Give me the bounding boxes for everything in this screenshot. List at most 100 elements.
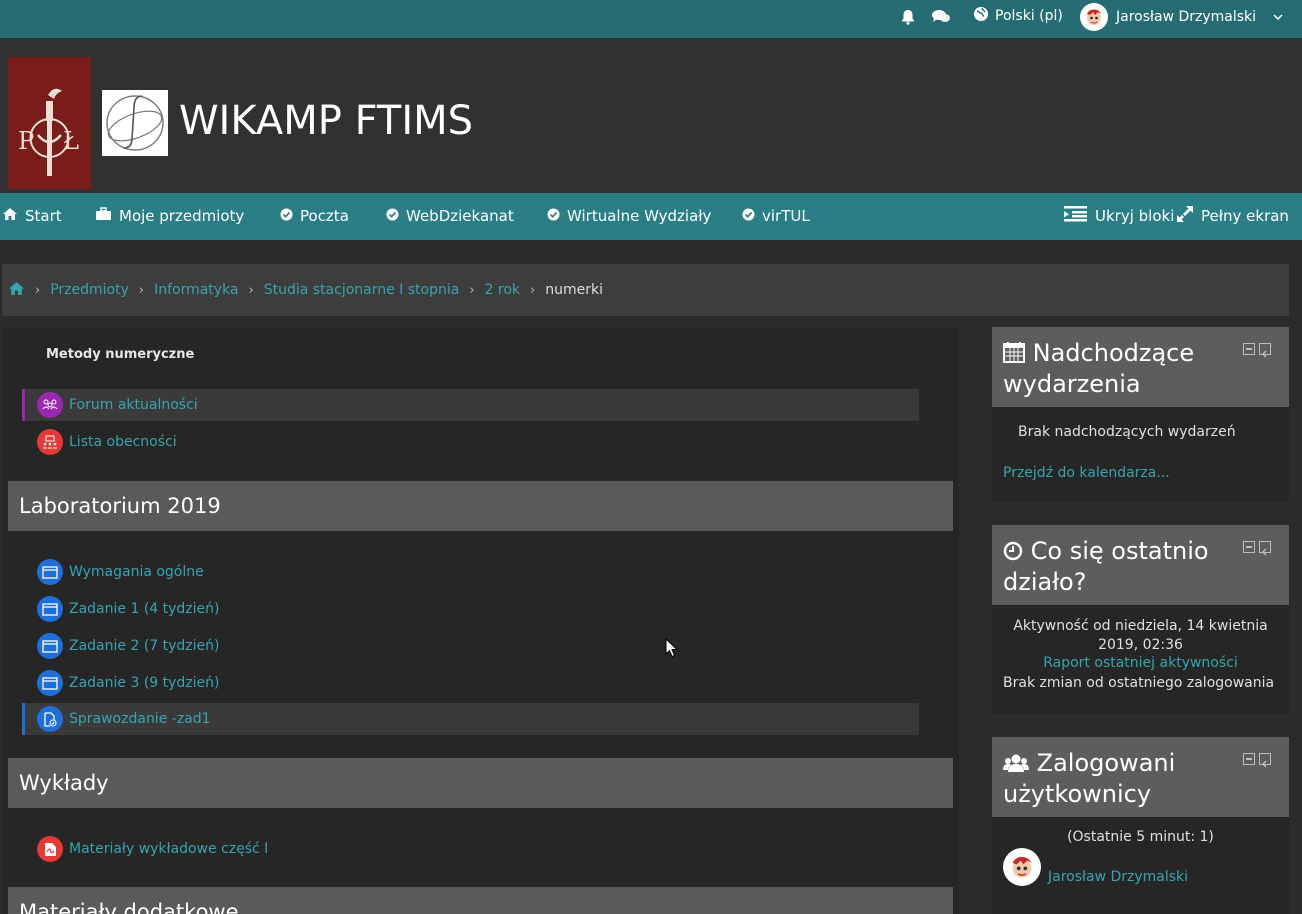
nav-start-label: Start: [25, 207, 62, 225]
site-header: P Ł WIKAMP FTIMS: [0, 38, 1302, 193]
logo-letter-p: P: [18, 127, 34, 155]
faculty-logo[interactable]: [102, 90, 168, 156]
pdf-icon: [37, 836, 63, 862]
block-title: Nadchodzące: [1032, 339, 1195, 367]
logo-letter-l: Ł: [63, 127, 79, 155]
section-laboratory[interactable]: Laboratorium 2019: [8, 481, 953, 531]
hide-blocks-button[interactable]: Ukryj bloki: [1064, 206, 1174, 226]
dock-button[interactable]: [1259, 343, 1271, 358]
online-user-item[interactable]: Jarosław Drzymalski: [1003, 847, 1188, 887]
clock-icon: [1003, 539, 1023, 568]
expand-icon: [1176, 205, 1194, 227]
avatar: [1080, 3, 1108, 31]
activity-resource-pdf[interactable]: Materiały wykładowe część I: [22, 833, 919, 865]
minimize-button[interactable]: [1243, 541, 1255, 553]
dock-button[interactable]: [1259, 753, 1271, 768]
nav-mail[interactable]: Poczta: [280, 206, 349, 226]
block-header: Zalogowani użytkownicy: [992, 737, 1289, 817]
breadcrumb-separator: ›: [530, 282, 536, 298]
globe-icon: [973, 6, 989, 26]
section-title: Materiały dodatkowe: [19, 900, 239, 914]
hide-blocks-label: Ukryj bloki: [1095, 207, 1175, 225]
check-circle-icon: [280, 207, 293, 225]
calendar-link[interactable]: Przejdź do kalendarza...: [1003, 465, 1170, 481]
nav-virtual-faculties[interactable]: Wirtualne Wydziały: [547, 206, 711, 226]
language-menu[interactable]: Polski (pl): [973, 6, 1063, 26]
activity-label: Forum aktualności: [69, 397, 198, 413]
fullscreen-button[interactable]: Pełny ekran: [1176, 206, 1289, 226]
university-logo[interactable]: P Ł: [8, 57, 91, 189]
chevron-down-icon: [1272, 9, 1284, 25]
nav-webdziekanat[interactable]: WebDziekanat: [386, 206, 514, 226]
activity-page[interactable]: Zadanie 1 (4 tydzień): [22, 593, 919, 625]
highlight-bar: [22, 389, 25, 421]
block-title: działo?: [1003, 568, 1087, 596]
check-circle-icon: [742, 207, 755, 225]
activity-page[interactable]: Zadanie 2 (7 tydzień): [22, 630, 919, 662]
nav-virtual-faculties-label: Wirtualne Wydziały: [567, 207, 712, 225]
online-user-name: Jarosław Drzymalski: [1048, 869, 1189, 885]
home-icon: [2, 207, 18, 225]
nav-webdziekanat-label: WebDziekanat: [406, 207, 514, 225]
minimize-button[interactable]: [1243, 343, 1255, 355]
breadcrumb-separator: ›: [248, 282, 254, 298]
chat-icon[interactable]: [931, 8, 950, 26]
highlight-bar: [22, 703, 25, 735]
activity-forum[interactable]: Forum aktualności: [22, 389, 919, 421]
course-title: Metody numeryczne: [46, 347, 195, 362]
breadcrumb-item[interactable]: Studia stacjonarne I stopnia: [264, 282, 460, 298]
page-icon: [37, 670, 63, 696]
briefcase-icon: [95, 207, 112, 225]
section-title: Laboratorium 2019: [19, 494, 221, 518]
no-events-text: Brak nadchodzących wydarzeń: [1018, 424, 1236, 440]
nav-start[interactable]: Start: [2, 206, 62, 226]
activity-label: Lista obecności: [69, 434, 177, 450]
activity-label: Sprawozdanie -zad1: [69, 711, 211, 727]
activity-since: Aktywność od niedziela, 14 kwietnia 2019…: [992, 617, 1289, 655]
breadcrumb-current: numerki: [545, 282, 603, 298]
minimize-button[interactable]: [1243, 753, 1255, 765]
activity-page[interactable]: Zadanie 3 (9 tydzień): [22, 667, 919, 699]
breadcrumb-item[interactable]: Informatyka: [154, 282, 238, 298]
breadcrumb-item[interactable]: Przedmioty: [50, 282, 129, 298]
breadcrumb-item[interactable]: 2 rok: [485, 282, 520, 298]
section-title: Wykłady: [19, 771, 109, 795]
recent-activity-report-link[interactable]: Raport ostatniej aktywności: [992, 655, 1289, 671]
bell-icon[interactable]: [899, 8, 917, 26]
nav-virtul-label: virTUL: [762, 207, 810, 225]
activity-since-line2: 2019, 02:36: [1098, 637, 1183, 653]
language-label: Polski (pl): [995, 8, 1063, 24]
indent-icon: [1064, 206, 1088, 226]
activity-assignment[interactable]: Sprawozdanie -zad1: [22, 703, 919, 735]
breadcrumb-separator: ›: [35, 282, 41, 298]
page-icon: [37, 559, 63, 585]
nav-my-courses[interactable]: Moje przedmioty: [95, 206, 244, 226]
user-menu[interactable]: Jarosław Drzymalski: [1080, 2, 1284, 32]
breadcrumb: › Przedmioty › Informatyka › Studia stac…: [2, 264, 1289, 316]
no-changes-text: Brak zmian od ostatniego zalogowania: [1003, 675, 1275, 691]
activity-label: Zadanie 2 (7 tydzień): [69, 638, 220, 654]
fullscreen-label: Pełny ekran: [1201, 207, 1289, 225]
activity-label: Materiały wykładowe część I: [69, 841, 269, 857]
course-content: Metody numeryczne Forum aktualności List…: [2, 327, 959, 914]
activity-label: Zadanie 3 (9 tydzień): [69, 675, 220, 691]
nav-virtul[interactable]: virTUL: [742, 206, 810, 226]
user-topbar: Polski (pl) Jarosław Drzymalski: [0, 0, 1302, 38]
assignment-icon: [37, 706, 63, 732]
activity-label: Wymagania ogólne: [69, 564, 204, 580]
forum-icon: [37, 392, 63, 418]
check-circle-icon: [386, 207, 399, 225]
activity-since-line1: Aktywność od niedziela, 14 kwietnia: [1013, 618, 1268, 634]
activity-attendance[interactable]: Lista obecności: [22, 426, 919, 458]
site-title[interactable]: WIKAMP FTIMS: [179, 98, 473, 144]
home-icon[interactable]: [8, 281, 25, 300]
block-recent-activity: Co się ostatnio działo? Aktywność od nie…: [992, 525, 1289, 714]
dock-button[interactable]: [1259, 541, 1271, 556]
avatar: [1003, 848, 1041, 886]
nav-mail-label: Poczta: [300, 207, 349, 225]
users-icon: [1003, 751, 1029, 780]
section-additional[interactable]: Materiały dodatkowe: [8, 887, 953, 914]
section-lectures[interactable]: Wykłady: [8, 758, 953, 808]
block-title: użytkownicy: [1003, 780, 1152, 808]
activity-page[interactable]: Wymagania ogólne: [22, 556, 919, 588]
